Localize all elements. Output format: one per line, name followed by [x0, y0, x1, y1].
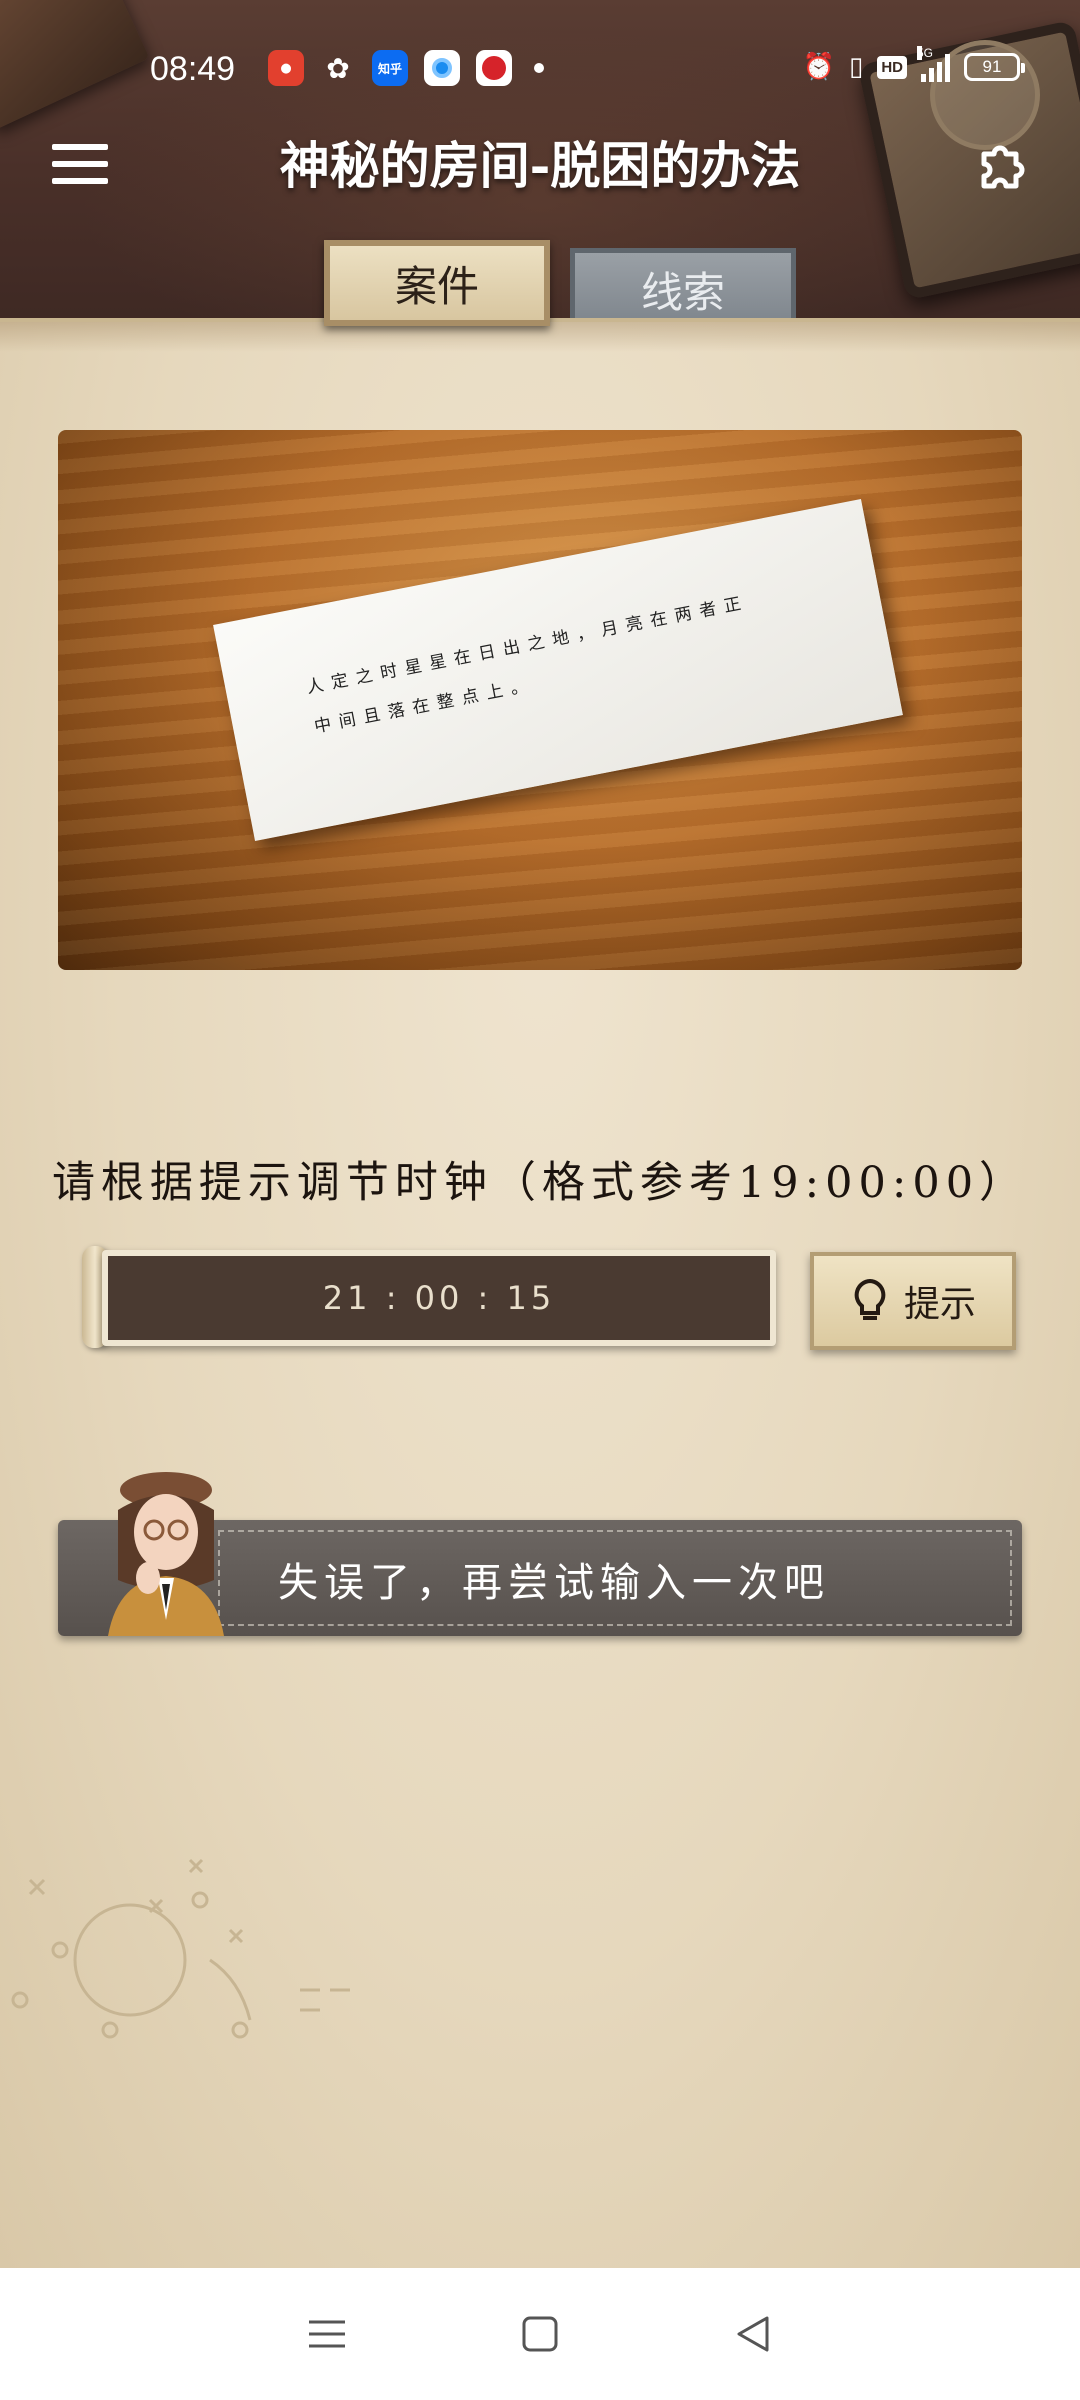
nav-home-button[interactable] [510, 2304, 570, 2364]
puzzle-icon [981, 145, 1025, 189]
zhihu-icon: 知乎 [372, 50, 408, 86]
nav-back-button[interactable] [723, 2304, 783, 2364]
menu-icon-line [52, 144, 108, 150]
page-title: 神秘的房间-脱困的办法 [279, 136, 801, 195]
error-message: 失误了，再尝试输入一次吧 [278, 1560, 830, 1606]
menu-lines-icon [308, 2320, 345, 2348]
vibrate-icon: ▯ [849, 52, 864, 82]
notification-app-icon: ● [268, 50, 304, 86]
status-indicators: ⏰ ▯ HD 5G 91 [802, 46, 1025, 82]
system-nav-bar [0, 2268, 1080, 2400]
browser-icon [424, 50, 460, 86]
wechat-icon: ✿ [326, 51, 350, 85]
signal-icon: 5G [917, 46, 950, 82]
status-time: 08:49 [150, 50, 236, 88]
network-type-label: 5G [917, 46, 934, 60]
tab-case[interactable]: 案件 [324, 240, 550, 326]
back-triangle-icon [737, 2316, 769, 2352]
instruction-text: 请根据提示调节时钟（格式参考19:00:00） [51, 1158, 1029, 1208]
menu-button[interactable] [52, 144, 108, 184]
case-image: 人定之时星星在日出之地，月亮在两者正 中间且落在整点上。 [58, 430, 1022, 970]
puzzle-piece-button[interactable] [970, 130, 1040, 200]
tactics-doodle [11, 1858, 350, 2039]
hint-button[interactable]: 提示 [810, 1252, 1016, 1350]
menu-icon-line [52, 178, 108, 184]
detective-avatar [88, 1460, 258, 1636]
hint-label: 提示 [903, 1284, 976, 1325]
battery-icon: 91 [964, 53, 1025, 81]
lightbulb-icon [854, 1278, 886, 1320]
note-card: 人定之时星星在日出之地，月亮在两者正 中间且落在整点上。 [213, 499, 903, 841]
hd-badge: HD [877, 55, 907, 79]
bank-icon [476, 50, 512, 86]
detective-illustration [108, 1472, 224, 1636]
alarm-icon: ⏰ [802, 52, 836, 82]
time-input[interactable]: 21 : 00 : 15 [102, 1250, 776, 1346]
menu-icon-line [52, 161, 108, 167]
home-square-icon [522, 2316, 558, 2352]
status-app-icons: ● ✿ 知乎 [268, 50, 544, 86]
more-notifications-dot [534, 63, 544, 73]
status-bar: 08:49 ● ✿ 知乎 ⏰ ▯ HD 5G 91 [0, 40, 1080, 100]
nav-menu-button[interactable] [297, 2304, 357, 2364]
time-input-scroll: 21 : 00 : 15 [82, 1246, 776, 1352]
